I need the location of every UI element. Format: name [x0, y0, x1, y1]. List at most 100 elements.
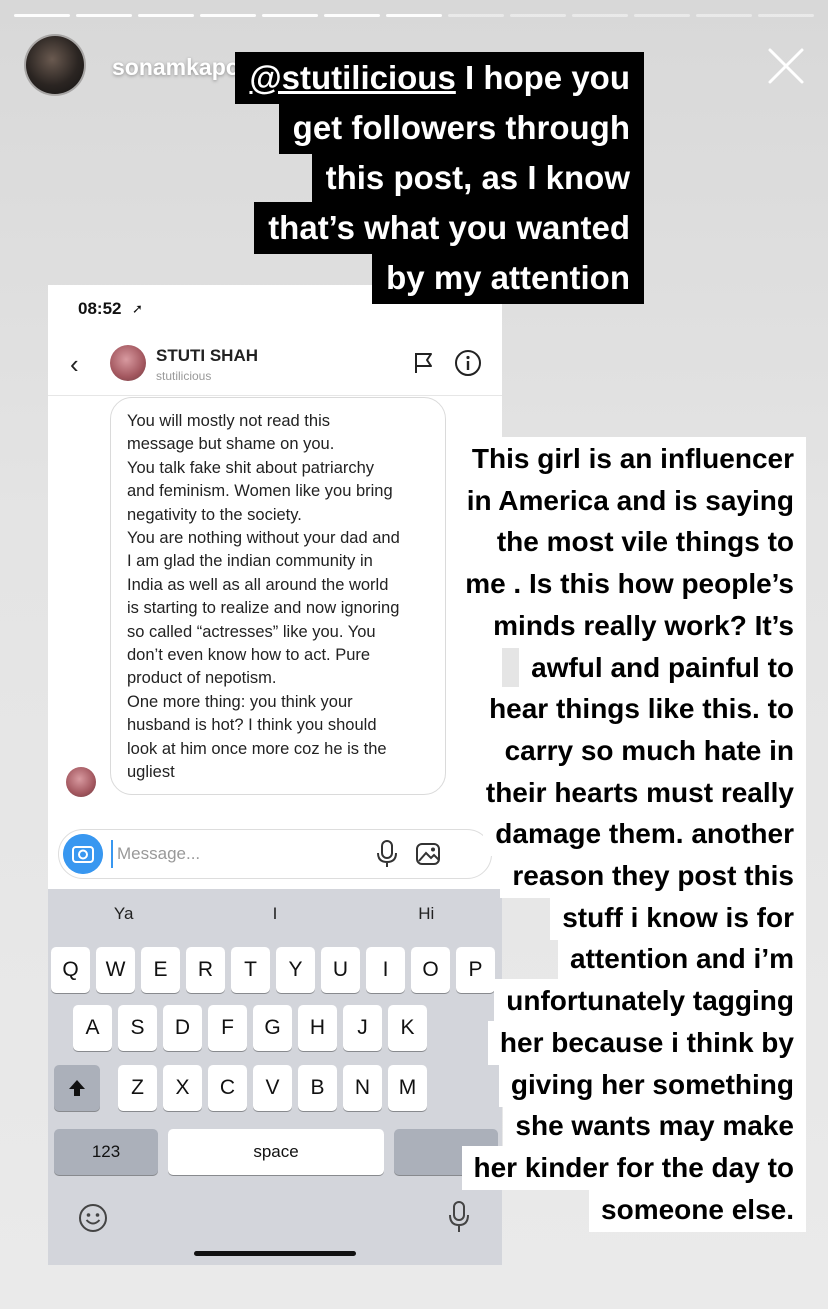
message-composer — [58, 829, 492, 879]
suggestion-bar: Ya I Hi — [48, 889, 502, 939]
key-u[interactable]: U — [321, 947, 360, 993]
progress-segment — [138, 14, 194, 17]
shift-arrow-icon — [69, 1080, 85, 1096]
key-n[interactable]: N — [343, 1065, 382, 1111]
key-s[interactable]: S — [118, 1005, 157, 1051]
progress-segment — [510, 14, 566, 17]
key-i[interactable]: I — [366, 947, 405, 993]
caption-right-line: minds really work? It’s — [481, 603, 806, 648]
message-line: ugliest — [127, 763, 175, 782]
key-g[interactable]: G — [253, 1005, 292, 1051]
key-m[interactable]: M — [388, 1065, 427, 1111]
message-line: is starting to realize and now ignoring — [127, 599, 400, 618]
message-line: You talk fake shit about patriarchy — [127, 458, 375, 477]
caption-right-line: carry so much hate in — [492, 728, 806, 773]
message-line: One more thing: you think your — [127, 692, 353, 711]
message-line: and feminism. Women like you bring — [127, 482, 393, 501]
key-z[interactable]: Z — [118, 1065, 157, 1111]
message-line: husband is hot? I think you should — [127, 716, 377, 735]
caption-right-line: unfortunately tagging — [494, 979, 806, 1024]
mention-link[interactable]: @stutilicious — [249, 59, 455, 96]
key-d[interactable]: D — [163, 1005, 202, 1051]
message-line: don’t even know how to act. Pure — [127, 646, 371, 665]
message-line: India as well as all around the world — [127, 575, 389, 594]
suggestion-1[interactable]: Ya — [48, 889, 199, 939]
progress-segment — [448, 14, 504, 17]
progress-segment — [262, 14, 318, 17]
gallery-icon[interactable] — [415, 840, 443, 868]
keyboard: Ya I Hi 123 space QWERTYUIOP A S D F G H… — [48, 889, 502, 1265]
message-line: You are nothing without your dad and — [127, 529, 400, 548]
progress-segment — [324, 14, 380, 17]
caption-right-line: awful and painful to — [519, 645, 806, 690]
profile-avatar[interactable] — [24, 34, 86, 96]
caption-right-line: attention and i’m — [558, 937, 806, 982]
shift-key[interactable] — [54, 1065, 100, 1111]
caption-right-line: This girl is an influencer — [459, 437, 806, 481]
message-line: so called “actresses” like you. You — [127, 622, 376, 641]
info-icon[interactable] — [454, 349, 482, 377]
story-progress — [14, 14, 814, 17]
progress-segment — [200, 14, 256, 17]
chat-handle: stutilicious — [156, 369, 212, 383]
suggestion-2[interactable]: I — [199, 889, 350, 939]
emoji-icon[interactable] — [78, 1203, 108, 1233]
key-t[interactable]: T — [231, 947, 270, 993]
caption-right-line: giving her something — [498, 1062, 806, 1107]
key-o[interactable]: O — [411, 947, 450, 993]
caption-top-line: @stutilicious I hope you — [235, 52, 644, 104]
caption-top-line: this post, as I know — [311, 152, 644, 204]
key-b[interactable]: B — [298, 1065, 337, 1111]
back-chevron-icon[interactable]: ‹ — [70, 349, 79, 380]
message-line: I am glad the indian community in — [127, 552, 373, 571]
key-c[interactable]: C — [208, 1065, 247, 1111]
key-h[interactable]: H — [298, 1005, 337, 1051]
caption-right-line: stuff i know is for — [550, 895, 806, 940]
flag-icon[interactable] — [412, 351, 436, 375]
caption-right-line: her kinder for the day to — [461, 1145, 806, 1190]
caption-top-text: I hope you — [455, 59, 630, 96]
caption-top-line: get followers through — [278, 102, 644, 154]
key-k[interactable]: K — [388, 1005, 427, 1051]
key-p[interactable]: P — [456, 947, 495, 993]
key-q[interactable]: Q — [51, 947, 90, 993]
message-bubble: You will mostly not read this message but… — [110, 397, 446, 795]
camera-icon[interactable] — [63, 834, 103, 874]
key-a[interactable]: A — [73, 1005, 112, 1051]
microphone-icon[interactable] — [377, 840, 397, 868]
progress-segment — [386, 14, 442, 17]
chat-header: ‹ STUTI SHAH stutilicious — [48, 335, 502, 396]
close-icon[interactable] — [766, 46, 806, 86]
caption-top-line: that’s what you wanted — [254, 202, 644, 254]
numbers-key[interactable]: 123 — [54, 1129, 158, 1175]
caption-right-line: in America and is saying — [454, 478, 806, 523]
suggestion-3[interactable]: Hi — [351, 889, 502, 939]
caption-right-line: hear things like this. to — [477, 687, 806, 732]
key-w[interactable]: W — [96, 947, 135, 993]
message-line: product of nepotism. — [127, 669, 277, 688]
message-line: look at him once more coz he is the — [127, 739, 387, 758]
space-key[interactable]: space — [168, 1129, 384, 1175]
key-r[interactable]: R — [186, 947, 225, 993]
caption-right-line: damage them. another — [483, 812, 806, 857]
key-f[interactable]: F — [208, 1005, 247, 1051]
caption-top-line: by my attention — [372, 252, 644, 304]
key-e[interactable]: E — [141, 947, 180, 993]
caption-right-line: the most vile things to — [484, 520, 806, 565]
progress-segment — [14, 14, 70, 17]
sender-avatar — [66, 767, 96, 797]
progress-segment — [758, 14, 814, 17]
key-v[interactable]: V — [253, 1065, 292, 1111]
key-x[interactable]: X — [163, 1065, 202, 1111]
chat-avatar[interactable] — [110, 345, 146, 381]
dictation-mic-icon[interactable] — [448, 1201, 470, 1233]
location-arrow-icon: ➚ — [132, 301, 143, 316]
key-j[interactable]: J — [343, 1005, 382, 1051]
message-line: You will mostly not read this — [127, 412, 330, 430]
chat-name[interactable]: STUTI SHAH — [156, 346, 258, 366]
progress-segment — [572, 14, 628, 17]
key-y[interactable]: Y — [276, 947, 315, 993]
message-input[interactable] — [111, 840, 367, 868]
caption-right-line: me . Is this how people’s — [453, 562, 806, 607]
status-time: 08:52 — [78, 299, 122, 318]
